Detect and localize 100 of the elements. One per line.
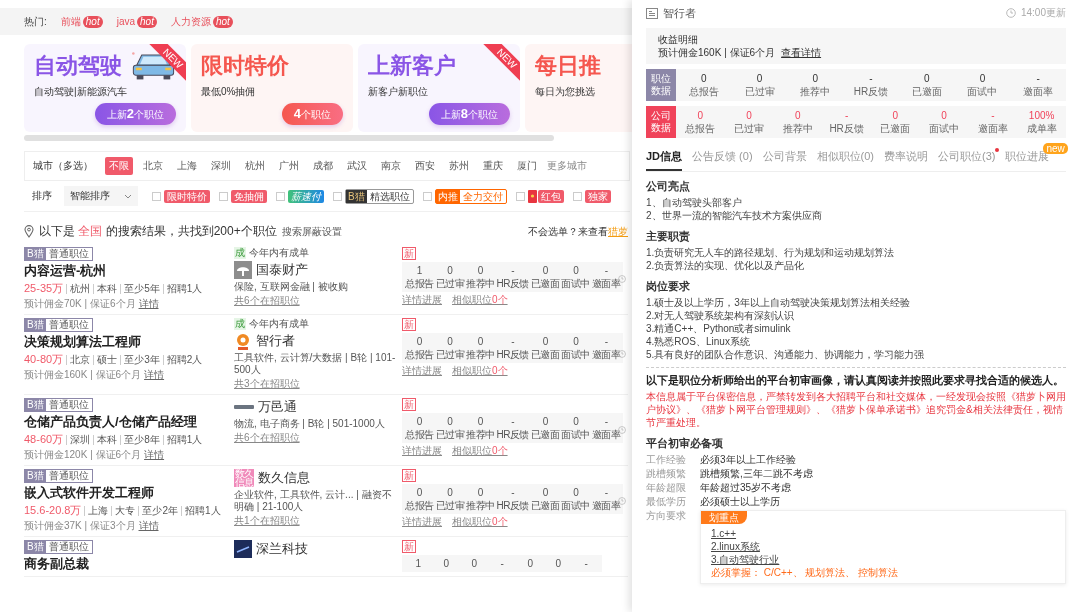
city-option[interactable]: 杭州 [241,157,269,175]
stat-label: 已邀面 [911,85,942,98]
openings-link[interactable]: 共1个在招职位 [234,515,300,527]
salary: 15.6-20.8万 [24,503,82,518]
stat-label: HR反馈 [853,85,889,98]
openings-link[interactable]: 共6个在招职位 [234,432,300,444]
city-option[interactable]: 上海 [173,157,201,175]
city-option[interactable]: 南京 [377,157,405,175]
stat-label: 邀面率 [591,277,621,290]
checkbox[interactable] [152,191,161,201]
tab[interactable]: 相似职位(0) [816,146,874,171]
openings-link[interactable]: 共3个在招职位 [234,378,300,390]
stat-label: 已邀面 [530,277,560,290]
stat-value: 0 [795,109,801,122]
job-title[interactable]: 决策规划算法工程师 [24,334,141,350]
city-option[interactable]: 武汉 [343,157,371,175]
filter-tag: 薪速付 [288,189,324,203]
tab[interactable]: 公司职位(3) [938,146,996,171]
similar-jobs-link[interactable]: 相似职位0个 [452,445,508,457]
requirement-label: 跳槽频繁 [646,467,687,481]
positions-button[interactable]: 4个职位 [281,103,343,125]
similar-jobs-link[interactable]: 相似职位0个 [452,365,508,377]
job-requirement: 招聘1人 [162,283,206,294]
stat-value: - [511,264,515,277]
hot-search-link[interactable]: 人力资源 [170,14,211,29]
similar-jobs-link[interactable]: 相似职位0个 [452,294,508,306]
stat-value: - [511,486,515,499]
details-link[interactable]: 详情 [138,520,159,532]
direction-item: 3.自动驾驶行业 [711,553,780,566]
city-option[interactable]: 重庆 [479,157,507,175]
job-title[interactable]: 内容运营-杭州 [24,263,107,279]
salary: 40-80万 [24,352,64,367]
city-option[interactable]: 苏州 [445,157,473,175]
hot-search-link[interactable]: 前端 [60,14,81,29]
stat-value: 0 [812,72,819,85]
checkbox[interactable] [219,191,228,201]
stat-value: 0 [447,415,453,428]
company-logo-icon [234,332,252,350]
stat-value: - [604,486,608,499]
stat-value: 0 [746,109,752,122]
deal-icon: 成 [234,247,246,259]
city-option[interactable]: 不限 [105,157,133,175]
city-option[interactable]: 北京 [139,157,167,175]
positions-button[interactable]: 上新8个职位 [428,103,510,125]
job-type-tag: 普通职位 [45,399,92,411]
job-title[interactable]: 仓储产品负责人/仓储产品经理 [24,414,197,430]
checkbox[interactable] [276,191,285,201]
similar-jobs-link[interactable]: 相似职位0个 [452,516,508,528]
hot-badge: hot [137,15,157,28]
filter-tag: 独家 [584,189,611,203]
city-option[interactable]: 成都 [309,157,337,175]
list-item: 1.硕士及以上学历，3年以上自动驾驶决策规划算法相关经验 [646,296,911,309]
list-item: 3.精通C++、Python或者simulink [646,322,792,335]
details-link[interactable]: 详情 [144,369,165,381]
help-link[interactable]: 猎萝 [608,224,628,239]
progress-link[interactable]: 详情进展 [402,365,442,377]
openings-link[interactable]: 共6个在招职位 [234,295,300,307]
promo-title: 自动驾驶 [34,53,122,79]
stat-label: 推荐中 [466,428,495,441]
city-option[interactable]: 西安 [411,157,439,175]
commission-text: 预计佣金37K | 保证3个月 [24,520,136,532]
job-requirement: 至少8年 [120,434,163,445]
city-option[interactable]: 厦门 [513,157,541,175]
details-link[interactable]: 详情 [144,449,165,461]
stat-label: HR反馈 [496,277,529,290]
stat-label: 已邀面 [530,428,560,441]
sort-dropdown[interactable]: 智能排序 [64,186,138,206]
tab[interactable]: 公告反馈 (0) [692,146,753,171]
checkbox[interactable] [422,191,432,201]
details-link[interactable]: 详情 [138,298,159,310]
earnings-text: 预计佣金160K | 保证6个月 [658,47,776,58]
job-title[interactable]: 商务副总裁 [24,556,89,572]
stat-label: 总报告 [405,348,434,361]
progress-link[interactable]: 详情进展 [402,445,442,457]
positions-button[interactable]: 上新2个职位 [94,103,176,125]
job-title[interactable]: 嵌入式软件开发工程师 [24,485,154,501]
checkbox[interactable] [333,191,342,201]
tier-badge: B猎 [25,470,46,482]
tab[interactable]: 费率说明 [884,146,928,171]
progress-link[interactable]: 详情进展 [402,294,442,306]
tab[interactable]: JD信息 [646,146,683,171]
stat-value: 0 [477,415,483,428]
checkbox[interactable] [515,191,525,201]
stat-label: 已过审 [435,428,464,441]
stat-value: 0 [416,335,422,348]
view-details-link[interactable]: 查看详情 [781,47,822,58]
city-option[interactable]: 深圳 [207,157,235,175]
new-tag: 新 [402,318,416,331]
stat-value: 0 [923,72,930,85]
city-option[interactable]: 广州 [275,157,303,175]
new-tag: 新 [402,469,416,482]
hot-search-link[interactable]: java [116,16,136,27]
tab[interactable]: 公司背景 [762,146,807,171]
more-cities-link[interactable]: 更多城市 [547,159,587,173]
checkbox[interactable] [572,191,582,201]
job-type-tag: 普通职位 [45,541,92,553]
company-name: 深兰科技 [256,540,308,558]
progress-link[interactable]: 详情进展 [402,516,442,528]
stat-value: 0 [979,72,986,85]
search-settings-link[interactable]: 搜索屏蔽设置 [281,224,342,239]
